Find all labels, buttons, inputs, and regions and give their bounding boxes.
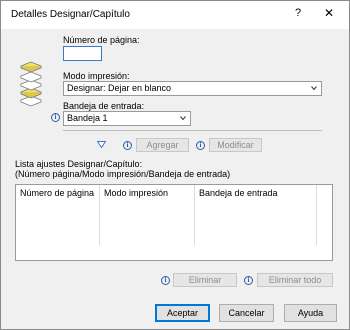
modify-button[interactable]: Modificar [209, 138, 262, 152]
info-icon: i [244, 276, 253, 285]
info-icon: i [161, 276, 170, 285]
help-button[interactable]: Ayuda [284, 304, 337, 322]
designar-capitulo-dialog: Detalles Designar/Capítulo ? ✕ Número de… [0, 0, 350, 330]
page-number-label: Número de página: [63, 35, 140, 45]
add-button[interactable]: Agregar [136, 138, 189, 152]
input-tray-value: Bandeja 1 [67, 113, 108, 123]
accept-button[interactable]: Aceptar [155, 304, 210, 322]
delete-all-button[interactable]: Eliminar todo [257, 273, 333, 287]
print-mode-select[interactable]: Designar: Dejar en blanco [63, 81, 322, 96]
input-tray-select[interactable]: Bandeja 1 [63, 111, 191, 126]
column-header-page-number[interactable]: Número de página [16, 185, 98, 201]
delete-button[interactable]: Eliminar [173, 273, 237, 287]
separator [63, 130, 322, 131]
info-icon: i [123, 141, 132, 150]
column-header-input-tray[interactable]: Bandeja de entrada [195, 185, 315, 201]
down-arrow-icon [97, 141, 106, 148]
settings-list[interactable]: Número de página Modo impresión Bandeja … [15, 184, 333, 261]
list-subtitle: (Número página/Modo impresión/Bandeja de… [15, 169, 231, 179]
window-title: Detalles Designar/Capítulo [11, 9, 130, 20]
page-number-input[interactable] [63, 46, 102, 61]
column-header-print-mode[interactable]: Modo impresión [100, 185, 192, 201]
list-title: Lista ajustes Designar/Capítulo: [15, 159, 143, 169]
column-divider [316, 185, 317, 245]
close-button[interactable]: ✕ [324, 6, 334, 20]
chevron-down-icon [311, 86, 317, 91]
stacked-pages-icon [19, 61, 43, 107]
chevron-down-icon [180, 116, 186, 121]
print-mode-label: Modo impresión: [63, 71, 130, 81]
help-title-button[interactable]: ? [295, 7, 301, 19]
title-bar: Detalles Designar/Capítulo ? ✕ [1, 1, 349, 29]
input-tray-label: Bandeja de entrada: [63, 101, 145, 111]
info-icon: i [51, 113, 60, 122]
cancel-button[interactable]: Cancelar [219, 304, 274, 322]
print-mode-value: Designar: Dejar en blanco [67, 83, 172, 93]
info-icon: i [196, 141, 205, 150]
